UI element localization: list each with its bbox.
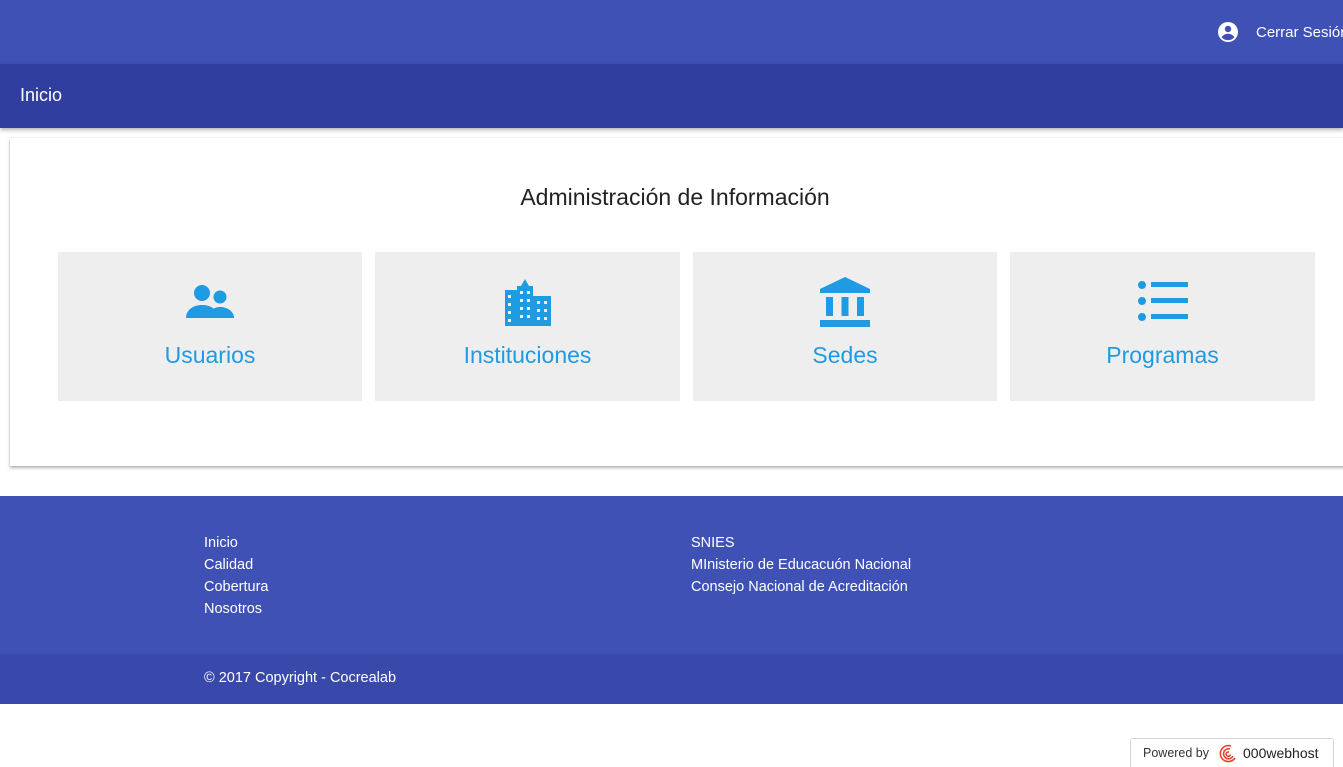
admin-card: Administración de Información Usuarios I… [10,138,1343,466]
account-circle-icon [1218,22,1238,42]
footer-link-accreditation[interactable]: Consejo Nacional de Acreditación [691,576,911,598]
footer: Inicio Calidad Cobertura Nosotros SNIES … [0,496,1343,654]
users-tile-label: Usuarios [164,342,256,368]
section-bar: Inicio [0,64,1343,128]
list-icon [1137,281,1188,321]
page-title: Inicio [20,85,63,105]
copyright-bar: © 2017 Copyright - Cocrealab [0,654,1343,704]
campuses-tile[interactable]: Sedes [693,252,997,401]
footer-links-left: Inicio Calidad Cobertura Nosotros [204,532,268,620]
programs-tile-label: Programas [1106,342,1219,368]
powered-by-brand: 000webhost [1243,745,1319,761]
footer-link-snies[interactable]: SNIES [691,532,911,554]
people-icon [186,285,234,318]
campuses-tile-label: Sedes [812,342,878,368]
footer-link-ministry[interactable]: MInisterio de Educacuón Nacional [691,554,911,576]
card-title: Administración de Información [10,184,1343,211]
bank-icon [820,277,870,327]
logout-button[interactable]: Cerrar Sesión [1216,20,1343,44]
webhost-logo-icon [1219,744,1236,763]
footer-links-right: SNIES MInisterio de Educacuón Nacional C… [691,532,911,598]
building-icon [504,279,551,326]
footer-link-quality[interactable]: Calidad [204,554,268,576]
footer-link-coverage[interactable]: Cobertura [204,576,268,598]
footer-link-about[interactable]: Nosotros [204,598,268,620]
institutions-tile[interactable]: Instituciones [375,252,680,401]
institutions-tile-label: Instituciones [463,342,592,368]
logout-label: Cerrar Sesión [1256,23,1343,41]
footer-link-home[interactable]: Inicio [204,532,268,554]
copyright-text: © 2017 Copyright - Cocrealab [204,670,397,686]
top-app-bar: Cerrar Sesión [0,0,1343,64]
programs-tile[interactable]: Programas [1010,252,1315,401]
card-title-text: Administración de Información [520,184,830,210]
users-tile[interactable]: Usuarios [58,252,362,401]
powered-by-label: Powered by [1143,746,1210,760]
powered-by-badge[interactable]: Powered by 000webhost [1130,738,1334,767]
